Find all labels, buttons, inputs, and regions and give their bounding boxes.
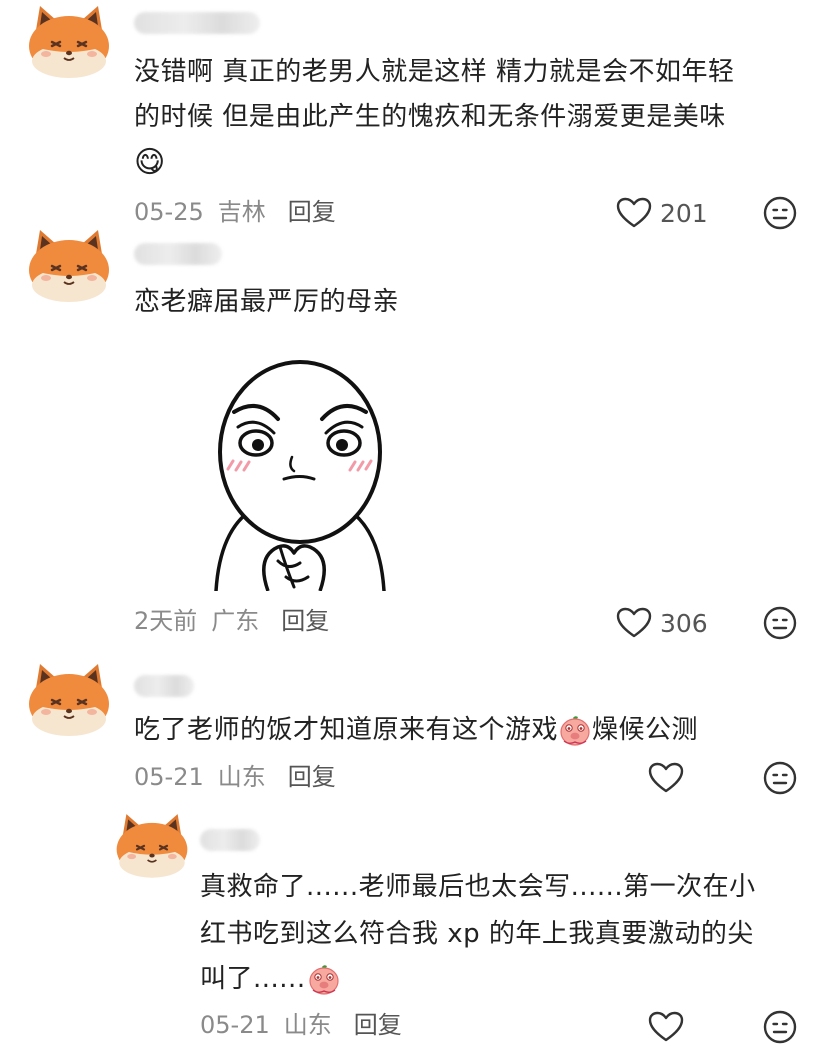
heart-icon (648, 1011, 684, 1043)
neutral-face-icon[interactable] (763, 1010, 797, 1044)
like-button[interactable] (648, 1010, 684, 1044)
reply-meta: 05-21 山东 回复 (200, 1010, 402, 1040)
comment-location: 吉林 (217, 198, 266, 226)
sticker-image[interactable] (186, 357, 414, 591)
heart-icon (616, 197, 652, 229)
reply-text-line: 真救命了......老师最后也太会写......第一次在小 (200, 872, 756, 902)
pig-emoji-icon (559, 715, 591, 747)
username-blurred[interactable] (200, 829, 260, 851)
neutral-face-icon[interactable] (763, 606, 797, 640)
comment-text-line: 没错啊 真正的老男人就是这样 精力就是会不如年轻 (134, 57, 735, 87)
username-blurred[interactable] (134, 243, 222, 265)
comment-meta: 05-21 山东 回复 (134, 762, 336, 792)
comment-text: 吃了老师的饭才知道原来有这个游戏 燥候公测 (134, 709, 698, 752)
neutral-face-icon[interactable] (763, 761, 797, 795)
reply-location: 山东 (283, 1011, 332, 1039)
reply-button[interactable]: 回复 (288, 198, 336, 226)
comment-meta: 05-25 吉林 回复 (134, 197, 336, 227)
comment-text-main: 吃了老师的饭才知道原来有这个游戏 (134, 715, 559, 745)
reply-text-line3: 叫了...... (200, 964, 306, 994)
reply-button[interactable]: 回复 (281, 607, 329, 635)
fox-avatar-icon[interactable] (26, 2, 112, 80)
reply-text-line: 红书吃到这么符合我 xp 的年上我真要激动的尖 (200, 919, 754, 949)
fox-avatar-icon[interactable] (114, 810, 190, 880)
username-blurred[interactable] (134, 675, 194, 697)
reply-text-line: 叫了...... (200, 958, 340, 1001)
neutral-face-icon[interactable] (763, 196, 797, 230)
heart-icon (616, 607, 652, 639)
heart-icon (648, 762, 684, 794)
like-button[interactable]: 306 (616, 606, 708, 640)
comment-date: 05-25 (134, 198, 204, 226)
fox-avatar-icon[interactable] (26, 660, 112, 738)
reply-button[interactable]: 回复 (288, 763, 336, 791)
pig-emoji-icon (308, 964, 340, 996)
comment-location: 广东 (211, 607, 260, 635)
like-button[interactable] (648, 761, 684, 795)
comment-location: 山东 (217, 763, 266, 791)
yum-emoji: 😋 (134, 145, 166, 180)
comment-date: 05-21 (134, 763, 204, 791)
reply-button[interactable]: 回复 (354, 1011, 402, 1039)
comment-text: 恋老癖届最严厉的母亲 (134, 287, 400, 317)
username-blurred[interactable] (134, 12, 260, 34)
comment-text-line: 的时候 但是由此产生的愧疚和无条件溺爱更是美味 (134, 102, 726, 132)
like-count: 201 (660, 198, 708, 228)
comment-text-tail: 燥候公测 (592, 715, 699, 745)
fox-avatar-icon[interactable] (26, 226, 112, 304)
comment-date: 2天前 (134, 607, 198, 635)
comment-meta: 2天前 广东 回复 (134, 606, 329, 636)
like-count: 306 (660, 608, 708, 638)
like-button[interactable]: 201 (616, 196, 708, 230)
reply-date: 05-21 (200, 1011, 270, 1039)
